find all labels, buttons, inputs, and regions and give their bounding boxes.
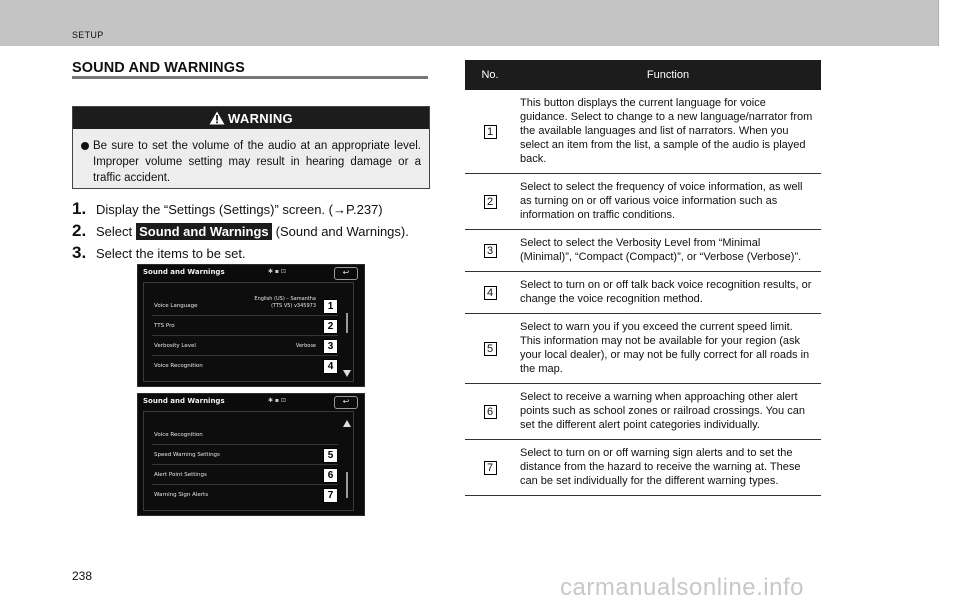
item-number: 6 [483,404,497,419]
warning-text: Be sure to set the volume of the audio a… [93,140,421,184]
item-label: Alert Point Settings [154,472,207,478]
step-1: 1. Display the “Settings (Settings)” scr… [72,199,383,219]
section-heading: SOUND AND WARNINGS [72,60,245,76]
item-value: Verbose [295,343,316,349]
item-number: 7 [483,460,497,475]
settings-list: Voice Language English (US) – Samantha (T… [143,282,354,382]
item-number: 2 [483,194,497,209]
voice-recognition-item[interactable]: Voice Recognition 4 [152,355,338,375]
function-text: Select to select the frequency of voice … [515,173,821,230]
tts-pro-item[interactable]: TTS Pro 2 [152,315,338,336]
speed-warning-settings-item[interactable]: Speed Warning Settings 5 [152,444,338,465]
screen-sound-and-warnings-2: Sound and Warnings ✱ ▪ ⊡ ↩ Voice Recogni… [137,393,365,516]
item-value: English (US) – Samantha (TTS V5) v345973 [254,296,316,309]
item-number: 3 [483,243,497,258]
table-row: 2 Select to select the frequency of voice… [465,173,821,230]
callout-number: 2 [323,319,338,334]
back-button[interactable]: ↩ [334,267,358,280]
scroll-up-arrow-icon[interactable] [343,420,351,427]
table-row: 6 Select to receive a warning when approa… [465,383,821,440]
watermark: carmanualsonline.info [560,574,804,601]
warning-label: WARNING [228,110,293,126]
warning-box: WARNING Be sure to set the volume of the… [72,106,430,189]
table-row: 5 Select to warn you if you exceed the cu… [465,313,821,384]
page-header-bar: SETUP [0,0,939,46]
settings-list: Voice Recognition Speed Warning Settings… [143,411,354,511]
scroll-down-arrow-icon[interactable] [343,370,351,377]
function-text: Select to select the Verbosity Level fro… [515,229,821,272]
item-label: Warning Sign Alerts [154,492,209,498]
step-text: Select the items to be set. [96,246,246,261]
table-row: 7 Select to turn on or off warning sign a… [465,439,821,496]
item-label: Speed Warning Settings [154,452,220,458]
callout-number: 7 [323,488,338,503]
scrollbar[interactable] [346,472,348,498]
warning-triangle-icon [209,111,225,125]
function-text: Select to turn on or off warning sign al… [515,439,821,496]
voice-language-item[interactable]: Voice Language English (US) – Samantha (T… [152,295,338,316]
item-label: Voice Recognition [154,363,203,369]
status-icons: ✱ ▪ ⊡ [268,268,286,275]
callout-number: 3 [323,339,338,354]
table-row: 4 Select to turn on or off talk back voic… [465,271,821,314]
item-label: Verbosity Level [154,343,196,349]
item-label: TTS Pro [154,323,175,329]
verbosity-level-item[interactable]: Verbosity Level Verbose 3 [152,335,338,356]
item-label: Voice Recognition [154,432,203,438]
heading-rule [72,76,428,79]
step-text: Select [96,224,133,239]
table-row: 3 Select to select the Verbosity Level fr… [465,229,821,272]
step-2: 2. Select Sound and Warnings (Sound and … [72,221,409,241]
item-label: Voice Language [154,303,198,309]
screen-title: Sound and Warnings [143,268,225,276]
function-text: Select to turn on or off talk back voice… [515,271,821,314]
function-table: No. Function 1 This button displays the c… [465,60,821,496]
callout-number: 5 [323,448,338,463]
step-number: 3. [72,243,87,262]
screen-sound-and-warnings-1: Sound and Warnings ✱ ▪ ⊡ ↩ Voice Languag… [137,264,365,387]
item-number: 1 [483,124,497,139]
callout-number: 1 [323,299,338,314]
function-text: Select to receive a warning when approac… [515,383,821,440]
bullet-icon [81,142,89,150]
column-header-no: No. [465,60,515,90]
back-button[interactable]: ↩ [334,396,358,409]
step-number: 1. [72,199,87,218]
warning-sign-alerts-item[interactable]: Warning Sign Alerts 7 [152,484,338,504]
callout-number: 4 [323,359,338,374]
warning-header: WARNING [73,107,429,129]
scrollbar[interactable] [346,313,348,333]
status-icons: ✱ ▪ ⊡ [268,397,286,404]
alert-point-settings-item[interactable]: Alert Point Settings 6 [152,464,338,485]
screen-title: Sound and Warnings [143,397,225,405]
column-header-function: Function [515,60,821,90]
function-text: Select to warn you if you exceed the cur… [515,313,821,384]
section-label: SETUP [72,30,104,40]
step-3: 3. Select the items to be set. [72,243,246,263]
item-number: 4 [483,285,497,300]
step-number: 2. [72,221,87,240]
callout-number: 6 [323,468,338,483]
step-text: (Sound and Warnings). [275,224,409,239]
page-number: 238 [72,569,93,583]
voice-recognition-item[interactable]: Voice Recognition [152,424,338,445]
step-text: Display the “Settings (Settings)” screen… [96,202,383,217]
item-number: 5 [483,341,497,356]
function-text: This button displays the current languag… [515,90,821,174]
table-header-row: No. Function [465,60,821,90]
table-row: 1 This button displays the current langua… [465,90,821,174]
sound-and-warnings-button-label: Sound and Warnings [136,223,272,240]
